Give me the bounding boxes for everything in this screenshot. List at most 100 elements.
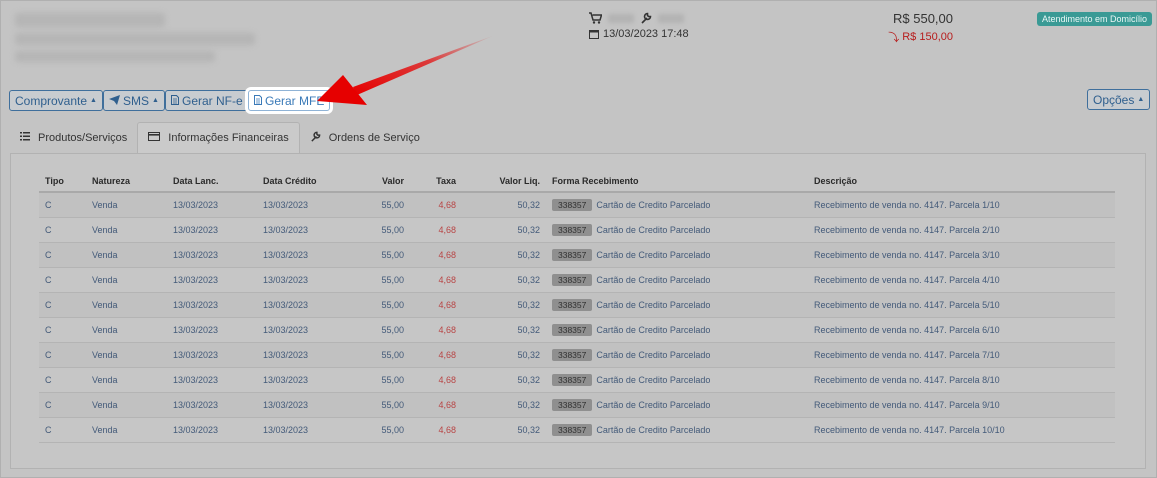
- tab-label: Ordens de Serviço: [328, 132, 420, 144]
- cell-taxa: 4,68: [410, 392, 462, 418]
- cell-data-credito: 13/03/2023: [257, 292, 349, 318]
- cell-data-credito: 13/03/2023: [257, 342, 349, 368]
- cell-natureza: Venda: [86, 392, 167, 418]
- status-badge: Atendimento em Domicílio: [1037, 12, 1153, 26]
- table-row[interactable]: C Venda 13/03/2023 13/03/2023 55,00 4,68 50,32…: [39, 317, 1115, 343]
- cart-count-redacted: [608, 13, 634, 23]
- cell-valor: 55,00: [349, 292, 410, 318]
- sale-detail-page: 13/03/2023 17:48 R$ 550,00 ⤵ R$ 150,00 A…: [0, 0, 1157, 478]
- comprovante-button[interactable]: Comprovante ▲: [9, 90, 103, 111]
- annotation-arrow-icon: [317, 35, 495, 105]
- cell-taxa: 4,68: [410, 367, 462, 393]
- cell-descricao: Recebimento de venda no. 4147. Parcela 5…: [808, 292, 1115, 318]
- table-row[interactable]: C Venda 13/03/2023 13/03/2023 55,00 4,68 50,32…: [39, 342, 1115, 368]
- cell-natureza: Venda: [86, 267, 167, 293]
- list-icon: [20, 132, 30, 144]
- gerar-nfe-button[interactable]: Gerar NF-e: [165, 90, 249, 111]
- payment-code-badge: 338357: [552, 323, 593, 336]
- cell-valor: 55,00: [349, 242, 410, 268]
- cell-data-credito: 13/03/2023: [257, 217, 349, 243]
- payment-code-badge: 338357: [552, 223, 593, 236]
- cell-valor-liq: 50,32: [462, 392, 546, 418]
- col-data-credito: Data Crédito: [257, 171, 349, 193]
- cell-taxa: 4,68: [410, 267, 462, 293]
- tab-informacoes-financeiras[interactable]: Informações Financeiras: [137, 122, 300, 154]
- table-row[interactable]: C Venda 13/03/2023 13/03/2023 55,00 4,68 50,32…: [39, 367, 1115, 393]
- financial-table: Tipo Natureza Data Lanc. Data Crédito Va…: [39, 171, 1115, 443]
- cart-icon: [589, 12, 602, 24]
- cell-data-lanc: 13/03/2023: [167, 342, 257, 368]
- gerar-nfe-label: Gerar NF-e: [182, 93, 243, 108]
- tab-label: Produtos/Serviços: [38, 132, 128, 144]
- cell-data-credito: 13/03/2023: [257, 367, 349, 393]
- table-row[interactable]: C Venda 13/03/2023 13/03/2023 55,00 4,68 50,32…: [39, 242, 1115, 268]
- cell-tipo: C: [39, 267, 86, 293]
- cell-natureza: Venda: [86, 242, 167, 268]
- payment-method: Cartão de Credito Parcelado: [596, 224, 711, 235]
- cell-data-credito: 13/03/2023: [257, 417, 349, 443]
- sms-button[interactable]: SMS ▲: [103, 90, 165, 111]
- table-row[interactable]: C Venda 13/03/2023 13/03/2023 55,00 4,68 50,32…: [39, 417, 1115, 443]
- cell-natureza: Venda: [86, 217, 167, 243]
- opcoes-button[interactable]: Opções ▲: [1087, 89, 1151, 110]
- cell-valor-liq: 50,32: [462, 242, 546, 268]
- payment-method: Cartão de Credito Parcelado: [596, 274, 711, 285]
- cell-forma-recebimento: 338357 Cartão de Credito Parcelado: [546, 317, 808, 343]
- cell-natureza: Venda: [86, 292, 167, 318]
- cell-tipo: C: [39, 342, 86, 368]
- caret-up-icon: ▲: [152, 97, 159, 104]
- customer-name-redacted: [15, 13, 165, 27]
- customer-address-redacted: [15, 51, 215, 62]
- table-header-row: Tipo Natureza Data Lanc. Data Crédito Va…: [39, 171, 1115, 193]
- paper-plane-icon: [109, 94, 120, 108]
- cell-tipo: C: [39, 417, 86, 443]
- col-valor: Valor: [349, 171, 410, 193]
- cell-data-credito: 13/03/2023: [257, 267, 349, 293]
- col-tipo: Tipo: [39, 171, 86, 193]
- detail-tabs: Produtos/Serviços Informações Financeira…: [10, 122, 430, 154]
- cell-tipo: C: [39, 242, 86, 268]
- cell-valor-liq: 50,32: [462, 417, 546, 443]
- table-row[interactable]: C Venda 13/03/2023 13/03/2023 55,00 4,68 50,32…: [39, 192, 1115, 218]
- file-icon: [254, 94, 262, 108]
- service-count-redacted: [658, 13, 684, 23]
- cell-valor-liq: 50,32: [462, 292, 546, 318]
- cell-forma-recebimento: 338357 Cartão de Credito Parcelado: [546, 192, 808, 218]
- cell-valor: 55,00: [349, 392, 410, 418]
- cell-natureza: Venda: [86, 342, 167, 368]
- cell-valor-liq: 50,32: [462, 192, 546, 218]
- sale-discount-value: R$ 150,00: [902, 31, 953, 43]
- caret-up-icon: ▲: [1137, 96, 1145, 103]
- cell-data-lanc: 13/03/2023: [167, 292, 257, 318]
- cell-valor-liq: 50,32: [462, 317, 546, 343]
- cell-tipo: C: [39, 392, 86, 418]
- table-row[interactable]: C Venda 13/03/2023 13/03/2023 55,00 4,68 50,32…: [39, 267, 1115, 293]
- caret-up-icon: ▲: [90, 97, 97, 104]
- tab-produtos-servicos[interactable]: Produtos/Serviços: [10, 122, 137, 154]
- cell-data-credito: 13/03/2023: [257, 317, 349, 343]
- cell-descricao: Recebimento de venda no. 4147. Parcela 7…: [808, 342, 1115, 368]
- cell-natureza: Venda: [86, 417, 167, 443]
- cell-valor: 55,00: [349, 367, 410, 393]
- cell-descricao: Recebimento de venda no. 4147. Parcela 1…: [808, 192, 1115, 218]
- cell-forma-recebimento: 338357 Cartão de Credito Parcelado: [546, 417, 808, 443]
- cell-forma-recebimento: 338357 Cartão de Credito Parcelado: [546, 342, 808, 368]
- sale-totals: R$ 550,00 ⤵ R$ 150,00: [861, 11, 953, 45]
- payment-code-badge: 338357: [552, 198, 593, 211]
- table-row[interactable]: C Venda 13/03/2023 13/03/2023 55,00 4,68 50,32…: [39, 392, 1115, 418]
- payment-method: Cartão de Credito Parcelado: [596, 199, 711, 210]
- sale-total: R$ 550,00: [893, 11, 953, 26]
- tab-ordens-servico[interactable]: Ordens de Serviço: [300, 122, 430, 154]
- cell-taxa: 4,68: [410, 242, 462, 268]
- col-descricao: Descrição: [808, 171, 1115, 193]
- table-row[interactable]: C Venda 13/03/2023 13/03/2023 55,00 4,68 50,32…: [39, 217, 1115, 243]
- cell-forma-recebimento: 338357 Cartão de Credito Parcelado: [546, 217, 808, 243]
- cell-valor-liq: 50,32: [462, 367, 546, 393]
- cell-natureza: Venda: [86, 317, 167, 343]
- sale-discount: ⤵ R$ 150,00: [861, 29, 953, 45]
- cell-data-lanc: 13/03/2023: [167, 242, 257, 268]
- table-row[interactable]: C Venda 13/03/2023 13/03/2023 55,00 4,68 50,32…: [39, 292, 1115, 318]
- cell-tipo: C: [39, 317, 86, 343]
- payment-method: Cartão de Credito Parcelado: [596, 299, 711, 310]
- cell-valor: 55,00: [349, 267, 410, 293]
